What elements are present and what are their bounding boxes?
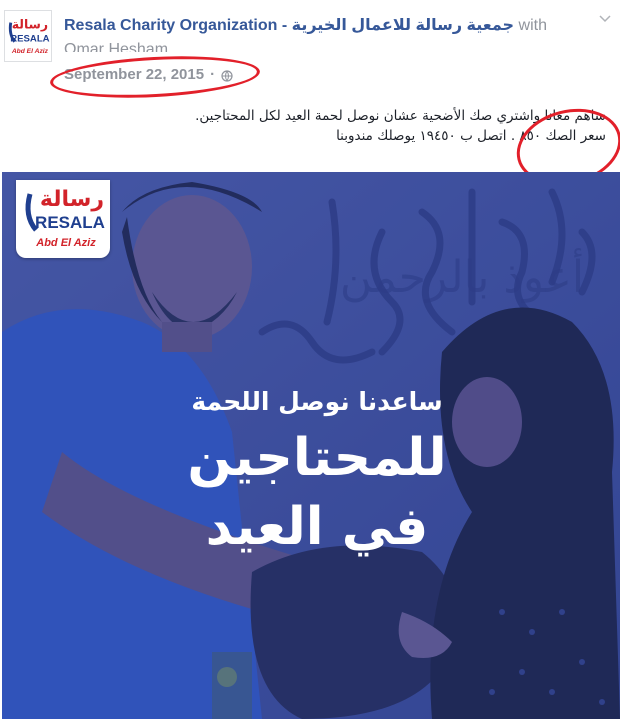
post-header: Resala Charity Organization - جمعية رسال… xyxy=(64,16,584,36)
photo-resala-logo: رسالة RESALA Abd El Aziz xyxy=(16,180,110,258)
with-label: with xyxy=(518,17,547,34)
overlay-line-1: ساعدنا نوصل اللحمة xyxy=(191,387,443,416)
page-name-arabic-link[interactable]: جمعية رسالة للاعمال الخيرية xyxy=(292,17,514,34)
photo-logo-arabic: رسالة xyxy=(40,187,104,212)
overlay-line-2: للمحتاجين xyxy=(187,428,447,488)
annotation-circle-date xyxy=(49,51,261,103)
logo-arabic-text: رسالة xyxy=(12,16,48,31)
page-name-link[interactable]: Resala Charity Organization - xyxy=(64,17,287,34)
photo-logo-latin: RESALA xyxy=(35,213,105,232)
photo-logo-sub: Abd El Aziz xyxy=(35,237,96,249)
page-avatar[interactable]: رسالة RESALA Abd El Aziz xyxy=(4,10,52,62)
resala-logo-icon: رسالة RESALA Abd El Aziz xyxy=(25,187,105,249)
tagged-user-link[interactable]: Omar Hesham. xyxy=(64,40,172,52)
chevron-down-icon[interactable] xyxy=(598,12,612,26)
logo-sub-text: Abd El Aziz xyxy=(11,48,49,55)
logo-latin-text: RESALA xyxy=(10,34,49,45)
post-photo[interactable]: أعوذ بالرحمن رسالة RESALA Abd El Aziz سا… xyxy=(2,172,620,719)
resala-logo-icon: رسالة RESALA Abd El Aziz xyxy=(5,11,51,61)
photo-overlay-text: ساعدنا نوصل اللحمة للمحتاجين في العيد xyxy=(152,382,482,560)
overlay-line-3: في العيد xyxy=(205,497,429,557)
